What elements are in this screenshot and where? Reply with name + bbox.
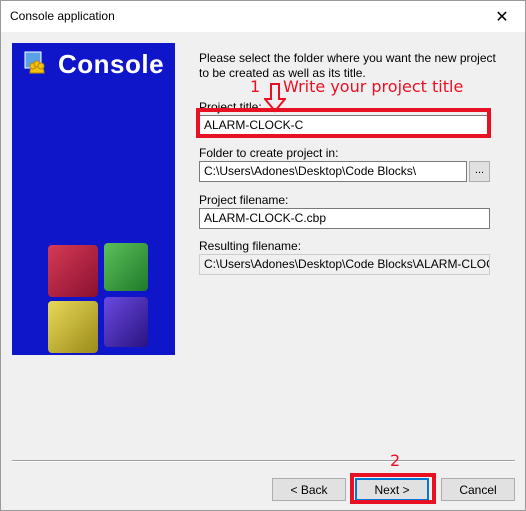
close-button[interactable]: ✕	[479, 1, 525, 32]
annotation-step1-text: Write your project title	[283, 77, 464, 96]
wizard-banner: Console	[12, 43, 175, 355]
resulting-filename-field: C:\Users\Adones\Desktop\Code Blocks\ALAR…	[199, 254, 490, 275]
project-title-label: Project title:	[199, 100, 262, 114]
back-button[interactable]: < Back	[272, 478, 346, 501]
resulting-filename-label: Resulting filename:	[199, 239, 302, 253]
annotation-step2-number: 2	[390, 451, 401, 470]
button-divider	[12, 460, 515, 462]
project-filename-input[interactable]: ALARM-CLOCK-C.cbp	[199, 208, 490, 229]
dialog-window: Console application ✕ Console Please sel…	[0, 0, 526, 511]
banner-title: Console	[58, 49, 165, 79]
code-blocks-logo-icon	[24, 51, 45, 74]
project-title-input[interactable]: ALARM-CLOCK-C	[199, 115, 490, 136]
close-icon: ✕	[495, 8, 509, 26]
cancel-button[interactable]: Cancel	[441, 478, 515, 501]
cubes-graphic	[48, 243, 148, 353]
folder-input[interactable]: C:\Users\Adones\Desktop\Code Blocks\	[199, 161, 467, 182]
window-title: Console application	[10, 9, 115, 23]
browse-folder-button[interactable]: ...	[469, 161, 490, 182]
next-button[interactable]: Next >	[355, 478, 429, 501]
annotation-step1-number: 1	[250, 77, 261, 96]
title-bar: Console application ✕	[1, 1, 525, 32]
folder-label: Folder to create project in:	[199, 146, 339, 160]
project-filename-label: Project filename:	[199, 193, 289, 207]
